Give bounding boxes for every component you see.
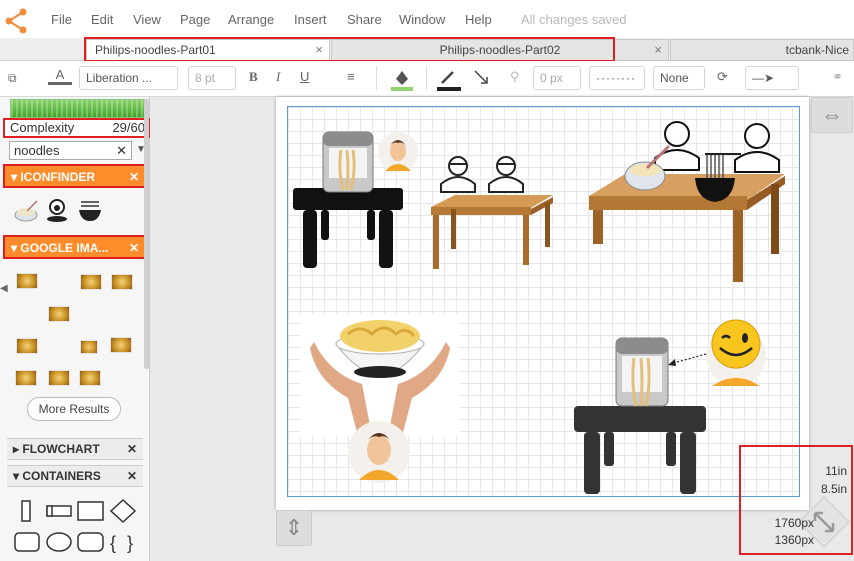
menu-window[interactable]: Window (399, 12, 445, 27)
google-image-thumbnail[interactable] (48, 306, 70, 322)
rotate-icon[interactable]: ⟳ (717, 69, 728, 85)
svg-text:}: } (127, 533, 133, 553)
wooden-table-image[interactable] (427, 195, 557, 270)
font-family-value: Liberation ... (86, 71, 153, 85)
app-logo-icon[interactable] (4, 8, 30, 34)
section-iconfinder[interactable]: ▾ ICONFINDER ✕ (3, 164, 149, 188)
people-outline-icon[interactable] (437, 154, 529, 194)
tab-label: tcbank-Nice (785, 43, 849, 57)
google-image-thumbnail[interactable] (16, 338, 38, 354)
waypoint-style-select[interactable]: None (653, 66, 705, 90)
hands-holding-noodle-bowl-image[interactable] (300, 314, 460, 436)
align-icon[interactable]: ≡ (347, 69, 355, 84)
dotted-line-icon: ········ (596, 71, 636, 85)
container-shapes-palette[interactable]: { } (10, 497, 140, 557)
man-avatar-image[interactable] (347, 420, 411, 484)
google-image-thumbnail[interactable] (80, 274, 102, 290)
google-image-thumbnail[interactable] (80, 340, 98, 354)
winking-emoji-image[interactable] (702, 318, 770, 390)
complexity-label: Complexity (10, 120, 75, 135)
more-results-button[interactable]: More Results (27, 397, 121, 421)
close-section-icon[interactable]: ✕ (129, 237, 139, 259)
underline-button[interactable]: U (300, 69, 309, 84)
shape-search-input[interactable]: noodles ✕ (9, 141, 132, 160)
tab-tcbank[interactable]: tcbank-Nice (670, 39, 854, 61)
font-size-input[interactable]: 8 pt (188, 66, 236, 90)
page-width-inches: 11in (825, 464, 847, 478)
google-image-thumbnail[interactable] (15, 370, 37, 386)
close-section-icon[interactable]: ✕ (127, 466, 137, 486)
section-google-images[interactable]: ▾ GOOGLE IMA... ✕ (3, 235, 149, 259)
google-image-thumbnail[interactable] (79, 370, 101, 386)
google-image-thumbnail[interactable] (48, 370, 70, 386)
menu-share[interactable]: Share (347, 12, 382, 27)
google-image-thumbnail[interactable] (110, 337, 132, 353)
noodle-chef-icon[interactable] (45, 197, 69, 223)
section-title: FLOWCHART (22, 442, 100, 456)
menu-help[interactable]: Help (465, 12, 492, 27)
tabs-highlight (84, 37, 615, 62)
section-title: ICONFINDER (20, 170, 96, 184)
menu-file[interactable]: File (51, 12, 72, 27)
toolbar-divider (376, 66, 377, 90)
section-flowchart[interactable]: ▸ FLOWCHART ✕ (7, 438, 143, 460)
sidebar-scrollbar[interactable] (144, 99, 149, 369)
clear-search-icon[interactable]: ✕ (116, 142, 127, 159)
ramen-bowl-icon[interactable] (77, 199, 103, 223)
link-icon[interactable]: ⚭ (832, 69, 843, 85)
people-eating-noodles-image[interactable] (585, 118, 790, 284)
expand-horizontal-button[interactable]: ⇔ (811, 97, 853, 133)
italic-button[interactable]: I (276, 69, 280, 85)
close-section-icon[interactable]: ✕ (129, 166, 139, 188)
menu-edit[interactable]: Edit (91, 12, 113, 27)
noodle-bowl-icon[interactable] (13, 199, 39, 223)
line-color-icon[interactable] (437, 67, 461, 91)
page-height-pixels: 1360px (774, 533, 814, 547)
arrow-style-value: None (660, 71, 689, 85)
toolbar-divider (426, 66, 427, 90)
format-panel-icon[interactable]: ⧉ (8, 71, 17, 86)
expand-icon: ▾ (11, 241, 21, 255)
bold-button[interactable]: B (249, 69, 258, 85)
connector-icon[interactable] (473, 69, 489, 85)
section-containers[interactable]: ▾ CONTAINERS ✕ (7, 465, 143, 487)
line-pattern-select[interactable]: ········ (589, 66, 645, 90)
svg-text:{: { (110, 533, 116, 553)
vertical-arrows-icon: ⇕ (284, 515, 304, 540)
font-size-value: 8 pt (195, 71, 216, 85)
noodle-machine-on-table-image[interactable] (574, 336, 708, 496)
font-family-select[interactable]: Liberation ... (79, 66, 178, 90)
tab-close-icon[interactable]: × (654, 40, 662, 60)
page-width-pixels: 1760px (774, 516, 814, 530)
expand-icon: ▾ (13, 469, 23, 483)
menu-arrange[interactable]: Arrange (228, 12, 274, 27)
section-title: GOOGLE IMA... (20, 241, 109, 255)
save-status: All changes saved (521, 12, 627, 27)
google-image-thumbnail[interactable] (111, 274, 133, 290)
fill-color-icon[interactable] (390, 67, 414, 91)
complexity-meter (10, 99, 147, 118)
close-section-icon[interactable]: ✕ (127, 439, 137, 459)
search-value: noodles (14, 143, 60, 158)
horizontal-arrows-icon: ⇔ (821, 102, 843, 127)
man-avatar-image[interactable] (377, 131, 419, 173)
collapse-sidebar-icon[interactable]: ◀ (0, 283, 8, 294)
arrow-right-icon: —➤ (752, 71, 775, 85)
page-height-inches: 8.5in (820, 482, 847, 496)
complexity-value: 29/60 (112, 120, 145, 135)
line-end-select[interactable]: —➤ (745, 66, 799, 90)
waypoints-icon[interactable]: ⚲ (510, 69, 520, 85)
section-title: CONTAINERS (22, 469, 101, 483)
google-image-thumbnail[interactable] (16, 273, 38, 289)
expand-vertical-button[interactable]: ⇕ (276, 510, 312, 546)
font-color-icon[interactable]: A (48, 67, 72, 85)
expand-icon: ▸ (13, 442, 23, 456)
spacing-value: 0 px (540, 71, 563, 85)
menu-insert[interactable]: Insert (294, 12, 327, 27)
menu-view[interactable]: View (133, 12, 161, 27)
complexity-indicator: Complexity 29/60 (3, 118, 151, 138)
expand-icon: ▾ (11, 170, 21, 184)
menu-page[interactable]: Page (180, 12, 210, 27)
spacing-input[interactable]: 0 px (533, 66, 581, 90)
